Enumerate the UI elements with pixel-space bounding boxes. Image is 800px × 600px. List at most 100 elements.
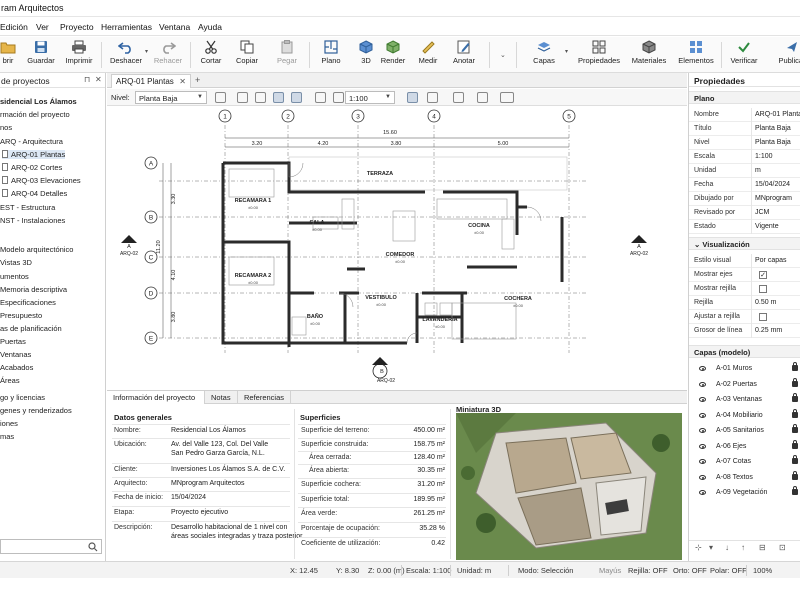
lock-icon[interactable] xyxy=(792,408,798,418)
redo-button[interactable]: Rehacer xyxy=(146,40,190,71)
property-checkbox[interactable]: ✓ xyxy=(759,271,767,279)
zoom-in-icon[interactable] xyxy=(291,92,302,103)
menu-edicion[interactable]: Edición xyxy=(0,22,28,32)
close-tab-icon[interactable]: ✕ xyxy=(179,77,186,86)
property-row[interactable]: Unidad m xyxy=(689,164,800,178)
zoom-plus-icon[interactable] xyxy=(453,92,464,103)
layer-item[interactable]: A-04 Mobiliario xyxy=(689,408,800,423)
tab-project-info[interactable]: Información del proyecto xyxy=(107,391,205,404)
tab-notes[interactable]: Notas xyxy=(205,391,238,404)
properties-button[interactable]: Propiedades xyxy=(577,40,621,71)
tree-item[interactable]: Áreas xyxy=(0,376,20,385)
lock-icon[interactable] xyxy=(792,470,798,480)
tab-references[interactable]: Referencias xyxy=(238,391,292,404)
tree-item[interactable]: sidencial Los Álamos xyxy=(0,97,77,106)
lock-icon[interactable] xyxy=(792,362,798,371)
menu-herramientas[interactable]: Herramientas xyxy=(101,22,152,32)
tree-item[interactable]: Presupuesto xyxy=(0,311,42,320)
copy-button[interactable]: Copiar xyxy=(225,40,269,71)
zoom-fit-icon[interactable] xyxy=(315,92,326,103)
eye-icon[interactable] xyxy=(699,443,706,449)
display-mode-icon[interactable] xyxy=(500,92,514,103)
polar-toggle[interactable]: Polar: OFF xyxy=(710,566,747,575)
menu-ver[interactable]: Ver xyxy=(36,22,49,32)
elements-button[interactable]: Elementos xyxy=(674,40,718,71)
property-row[interactable]: Nombre ARQ-01 Plantas xyxy=(689,108,800,122)
layer-item[interactable]: A-03 Ventanas xyxy=(689,393,800,407)
explorer-search-input[interactable] xyxy=(0,539,102,554)
tree-item[interactable]: iones xyxy=(0,419,18,428)
zoom-window-icon[interactable] xyxy=(255,92,266,103)
tree-item[interactable]: ARQ-03 Elevaciones xyxy=(2,176,81,185)
property-checkbox[interactable] xyxy=(759,313,767,321)
tree-item[interactable]: ARQ - Arquitectura xyxy=(0,137,63,146)
tree-item[interactable]: go y licencias xyxy=(0,393,45,402)
property-checkbox[interactable] xyxy=(759,285,767,293)
property-row[interactable]: Grosor de línea 0.25 mm xyxy=(689,324,800,338)
tree-item[interactable]: Especificaciones xyxy=(0,298,56,307)
lock-icon[interactable] xyxy=(792,439,798,449)
3d-thumbnail[interactable] xyxy=(456,413,682,560)
fit-page-icon[interactable] xyxy=(407,92,418,103)
tree-item[interactable]: ARQ-01 Plantas xyxy=(2,150,66,159)
layer-item[interactable]: A-07 Cotas xyxy=(689,455,800,469)
lock-icon[interactable] xyxy=(792,424,798,433)
tree-item[interactable]: NST - Instalaciones xyxy=(0,216,65,225)
tree-item[interactable]: Memoria descriptiva xyxy=(0,285,67,294)
add-layer-icon[interactable]: ⊹ xyxy=(695,543,702,552)
tree-item[interactable]: Ventanas xyxy=(0,350,31,359)
layers-button[interactable]: Capas xyxy=(522,40,566,71)
property-row[interactable]: Dibujado por MNprogram xyxy=(689,192,800,206)
lock-icon[interactable] xyxy=(792,377,798,387)
verify-button[interactable]: Verificar xyxy=(722,40,766,71)
menu-ayuda[interactable]: Ayuda xyxy=(198,22,222,32)
move-down-icon[interactable]: ↓ xyxy=(725,543,729,552)
eye-icon[interactable] xyxy=(699,366,706,371)
ortho-toggle[interactable]: Orto: OFF xyxy=(673,566,707,575)
layer-item[interactable]: A-09 Vegetación xyxy=(689,486,800,500)
layer-item[interactable]: A-08 Textos xyxy=(689,470,800,485)
tree-item[interactable]: Vistas 3D xyxy=(0,258,32,267)
tree-item[interactable]: Modelo arquitectónico xyxy=(0,245,73,254)
level-select[interactable]: Planta Baja ▼ xyxy=(135,91,207,104)
tree-item[interactable]: umentos xyxy=(0,272,29,281)
plano-section-header[interactable]: Plano xyxy=(689,91,800,104)
zoom-level[interactable]: 100% xyxy=(753,566,772,575)
scale-select[interactable]: 1:100 ▼ xyxy=(345,91,395,104)
menu-proyecto[interactable]: Proyecto xyxy=(60,22,94,32)
property-row[interactable]: Mostrar ejes ✓ xyxy=(689,268,800,282)
layers-dropdown-icon[interactable]: ▾ xyxy=(565,48,568,55)
undo-button[interactable]: Deshacer xyxy=(104,40,148,71)
eye-icon[interactable] xyxy=(699,428,706,433)
lock-icon[interactable] xyxy=(792,393,798,402)
dropdown-icon[interactable]: ▾ xyxy=(709,543,713,552)
pin-icon[interactable]: ⊓ xyxy=(84,75,90,84)
zoom-extents-icon[interactable] xyxy=(273,92,284,103)
floor-plan-drawing[interactable]: 1 2 3 4 5 A B C D E 3.20 4.20 3.80 5.00 … xyxy=(107,107,687,390)
magnify-icon[interactable] xyxy=(427,92,438,103)
layer-settings-icon[interactable]: ⊡ xyxy=(779,543,786,552)
zoom-selection-icon[interactable] xyxy=(333,92,344,103)
property-row[interactable]: Título Planta Baja xyxy=(689,122,800,136)
paste-button[interactable]: Pegar xyxy=(265,40,309,71)
property-row[interactable]: Estado Vigente xyxy=(689,220,800,234)
tree-item[interactable]: mas xyxy=(0,432,14,441)
visualization-section-header[interactable]: ⌄ Visualización xyxy=(689,237,800,250)
tree-item[interactable]: rmación del proyecto xyxy=(0,110,70,119)
eye-icon[interactable] xyxy=(699,459,706,464)
add-tab-icon[interactable]: + xyxy=(195,75,200,85)
eye-icon[interactable] xyxy=(699,474,706,480)
layer-item[interactable]: A-02 Puertas xyxy=(689,377,800,392)
eye-icon[interactable] xyxy=(699,397,706,402)
publish-button[interactable]: Publicar xyxy=(770,40,800,71)
drawing-canvas[interactable]: 1 2 3 4 5 A B C D E 3.20 4.20 3.80 5.00 … xyxy=(107,107,687,390)
zoom-minus-icon[interactable] xyxy=(477,92,488,103)
eye-icon[interactable] xyxy=(699,490,706,495)
tree-item[interactable]: nos xyxy=(0,123,12,132)
print-button[interactable]: Imprimir xyxy=(57,40,101,71)
tree-item[interactable]: as de planificación xyxy=(0,324,62,333)
grid-toggle[interactable]: Rejilla: OFF xyxy=(628,566,668,575)
eye-icon[interactable] xyxy=(699,412,706,418)
tree-item[interactable]: ARQ-02 Cortes xyxy=(2,163,62,172)
layer-item[interactable]: A-05 Sanitarios xyxy=(689,424,800,438)
